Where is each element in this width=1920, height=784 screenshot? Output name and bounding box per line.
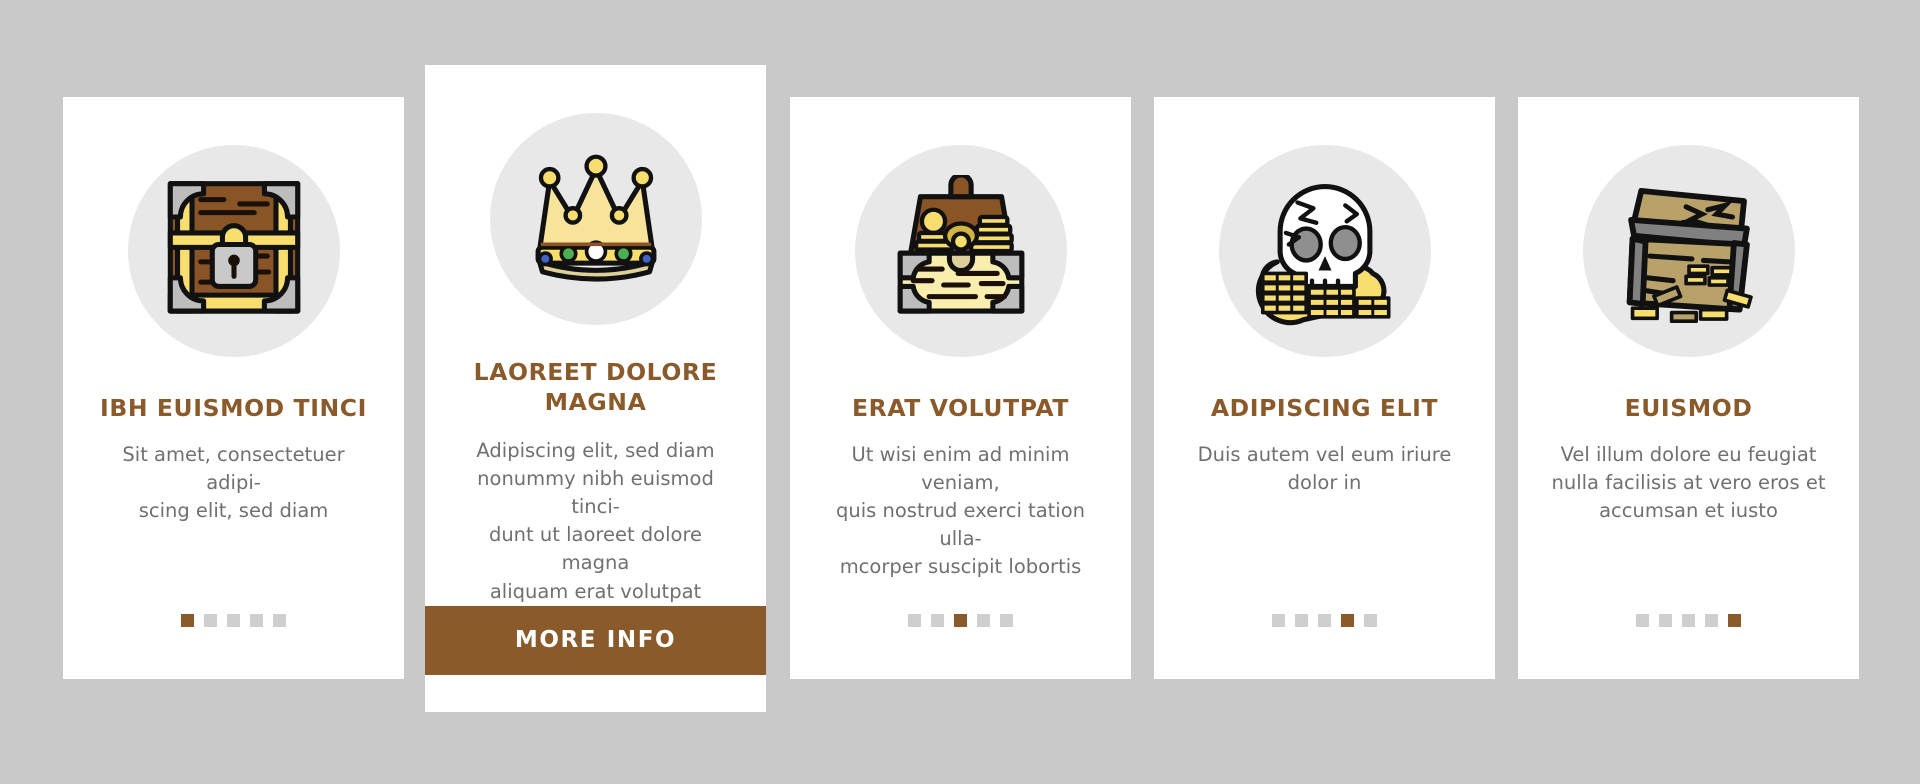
card-title: IBH EUISMOD TINCI <box>100 394 367 422</box>
pagination-dot[interactable] <box>1295 614 1308 627</box>
onboarding-card-3[interactable]: ERAT VOLUTPAT Ut wisi enim ad minim venia… <box>790 97 1131 679</box>
more-info-button[interactable]: MORE INFO <box>425 605 766 675</box>
icon-circle <box>854 145 1067 357</box>
icon-circle <box>1582 145 1795 357</box>
pagination-dot[interactable] <box>1636 614 1649 627</box>
skull-with-gold-coins-icon <box>1249 175 1401 327</box>
pagination-dots <box>1272 614 1377 627</box>
locked-treasure-chest-icon <box>158 175 310 327</box>
pagination-dots <box>1636 614 1741 627</box>
card-description: Sit amet, consectetuer adipi- scing elit… <box>122 443 345 523</box>
card-title: ADIPISCING ELIT <box>1210 394 1439 422</box>
card-description: Adipiscing elit, sed diam nonummy nibh e… <box>476 439 715 603</box>
onboarding-card-1[interactable]: IBH EUISMOD TINCI Sit amet, consectetuer … <box>63 97 404 679</box>
onboarding-screens-container: IBH EUISMOD TINCI Sit amet, consectetuer … <box>0 0 1920 784</box>
onboarding-card-2[interactable]: LAOREET DOLORE MAGNA Adipiscing elit, sed… <box>425 65 766 712</box>
pagination-dot[interactable] <box>931 614 944 627</box>
pagination-dot[interactable] <box>908 614 921 627</box>
pagination-dot-active[interactable] <box>1341 614 1354 627</box>
icon-circle <box>1218 145 1431 357</box>
card-title: LAOREET DOLORE MAGNA <box>473 358 718 417</box>
card-title: ERAT VOLUTPAT <box>852 394 1069 422</box>
icon-circle <box>127 145 340 357</box>
pagination-dot[interactable] <box>204 614 217 627</box>
pagination-dot[interactable] <box>977 614 990 627</box>
pagination-dot[interactable] <box>1364 614 1377 627</box>
card-description: Vel illum dolore eu feugiat nulla facili… <box>1551 443 1826 523</box>
onboarding-card-4[interactable]: ADIPISCING ELIT Duis autem vel eum iriure… <box>1154 97 1495 679</box>
crown-icon <box>520 143 672 295</box>
pagination-dot[interactable] <box>1705 614 1718 627</box>
open-treasure-chest-gold-icon <box>885 175 1037 327</box>
pagination-dot-active[interactable] <box>1728 614 1741 627</box>
pagination-dot[interactable] <box>1318 614 1331 627</box>
pagination-dot[interactable] <box>227 614 240 627</box>
pagination-dot-active[interactable] <box>181 614 194 627</box>
card-title: EUISMOD <box>1624 394 1753 422</box>
pagination-dot[interactable] <box>250 614 263 627</box>
pagination-dot[interactable] <box>273 614 286 627</box>
broken-wooden-chest-icon <box>1613 175 1765 327</box>
card-description: Ut wisi enim ad minim veniam, quis nostr… <box>835 443 1086 579</box>
pagination-dot[interactable] <box>1659 614 1672 627</box>
pagination-dot-active[interactable] <box>954 614 967 627</box>
icon-circle <box>489 113 702 325</box>
pagination-dots <box>181 614 286 627</box>
card-description: Duis autem vel eum iriure dolor in <box>1197 443 1452 495</box>
pagination-dot[interactable] <box>1000 614 1013 627</box>
onboarding-card-5[interactable]: EUISMOD Vel illum dolore eu feugiat nulla… <box>1518 97 1859 679</box>
pagination-dot[interactable] <box>1272 614 1285 627</box>
pagination-dots <box>908 614 1013 627</box>
pagination-dot[interactable] <box>1682 614 1695 627</box>
